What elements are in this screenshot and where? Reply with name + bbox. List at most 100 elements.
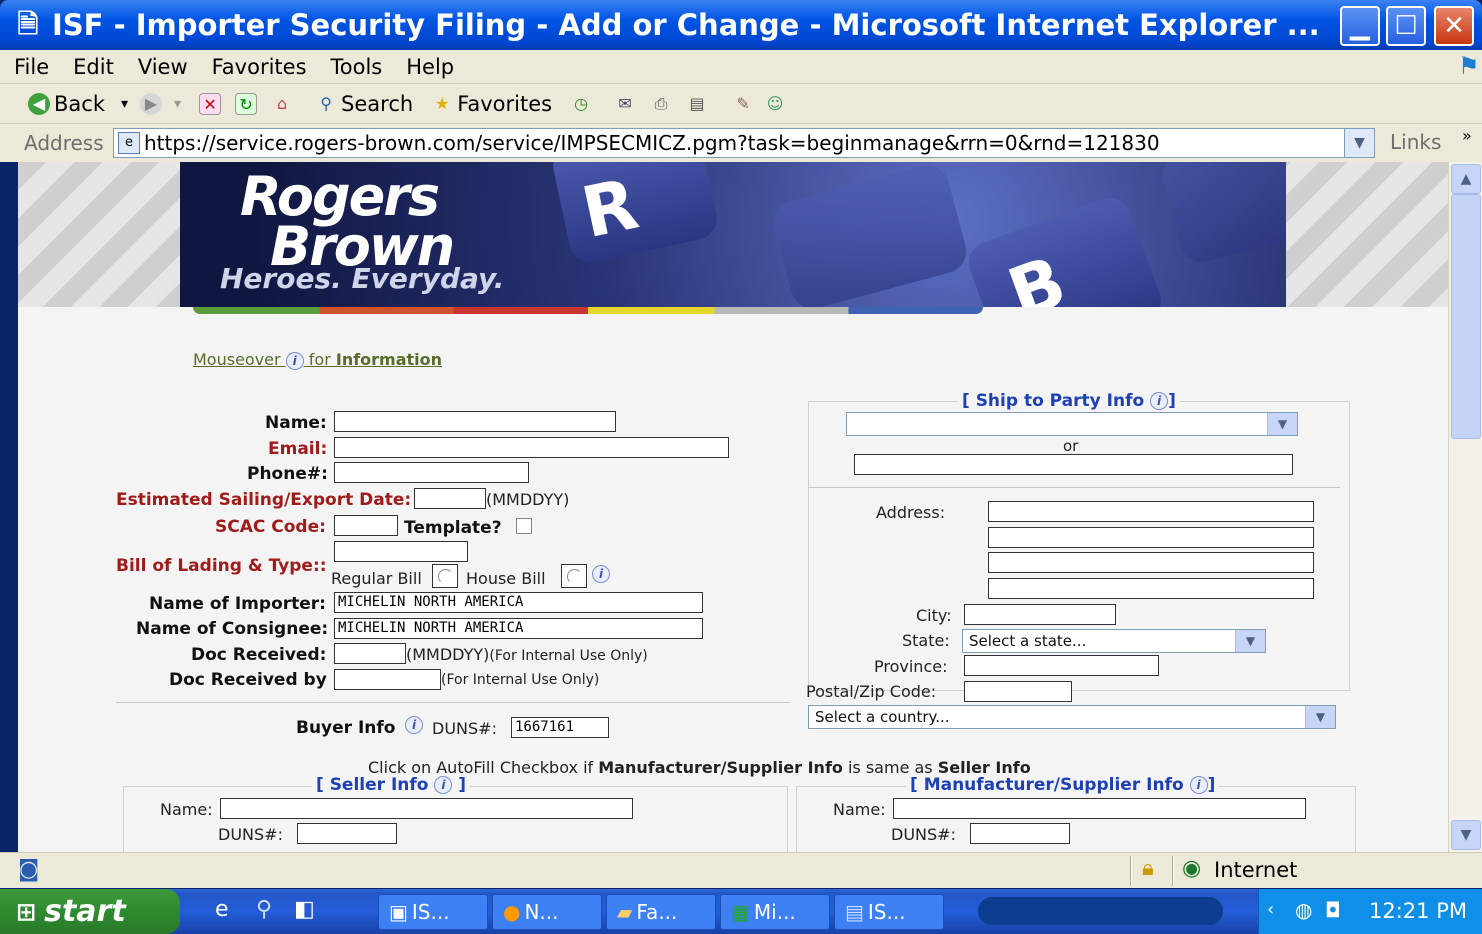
info-icon[interactable]: i [434, 776, 453, 794]
regular-bill-radio[interactable] [432, 564, 458, 588]
chevron-left-icon[interactable]: ‹ [1267, 899, 1274, 920]
phone-input[interactable] [334, 462, 529, 483]
city-input[interactable] [964, 604, 1116, 625]
close-button[interactable]: ✕ [1434, 6, 1474, 46]
doc-received-by-input[interactable] [334, 669, 441, 690]
browser-window: 🗎 ISF - Importer Security Filing - Add o… [0, 0, 1482, 934]
doc-received-input[interactable] [334, 643, 406, 664]
address-line-1-input[interactable] [988, 501, 1314, 522]
sailing-date-hint: (MMDDYY) [486, 490, 570, 509]
seller-info-title: [ Seller Info i ] [312, 775, 471, 795]
edit-icon[interactable]: ▤ [686, 93, 708, 115]
address-line-3-input[interactable] [988, 552, 1314, 573]
search-quicklaunch-icon[interactable]: ⚲ [256, 897, 272, 922]
taskbar-item-fa[interactable]: ▰ Fa... [606, 894, 716, 930]
clock[interactable]: 12:21 PM [1369, 899, 1467, 923]
logo-text: Rogers Brown [240, 165, 455, 278]
scroll-thumb[interactable] [1451, 194, 1481, 439]
address-line-2-input[interactable] [988, 527, 1314, 548]
scroll-up-icon[interactable]: ▲ [1451, 164, 1481, 194]
taskbar-item-isf-2[interactable]: ▤ IS... [834, 894, 944, 930]
chevron-down-icon: ▼ [1305, 706, 1335, 728]
manufacturer-duns-input[interactable] [970, 823, 1070, 844]
house-bill-radio[interactable] [561, 564, 587, 588]
menu-file[interactable]: File [14, 55, 49, 79]
windows-flag-icon: ⚑ [1458, 52, 1480, 80]
postal-code-label: Postal/Zip Code: [806, 682, 937, 701]
app-icon: ● [503, 900, 521, 924]
address-input[interactable]: e https://service.rogers-brown.com/servi… [113, 128, 1375, 158]
mail-icon[interactable]: ✉ [614, 93, 636, 115]
province-input[interactable] [964, 655, 1159, 676]
buyer-duns-input[interactable]: 1667161 [511, 717, 609, 738]
update-icon[interactable]: ◘ [1325, 898, 1341, 922]
city-label: City: [916, 606, 952, 625]
menu-favorites[interactable]: Favorites [212, 55, 307, 79]
menu-help[interactable]: Help [406, 55, 454, 79]
forward-button[interactable]: ▶ ▾ [140, 92, 181, 115]
taskbar-item-isf-1[interactable]: ▣ IS... [378, 894, 488, 930]
consignee-label: Name of Consignee: [136, 619, 329, 639]
scac-input[interactable] [334, 515, 398, 536]
scroll-down-icon[interactable]: ▼ [1451, 820, 1481, 850]
address-line-4-input[interactable] [988, 578, 1314, 599]
address-dropdown-icon[interactable]: ▼ [1344, 129, 1374, 157]
ship-to-party-name-input[interactable] [854, 454, 1293, 475]
email-input[interactable] [334, 437, 729, 458]
sailing-date-input[interactable] [414, 488, 486, 509]
ie-quicklaunch-icon[interactable]: e [215, 897, 229, 922]
info-icon[interactable]: i [1189, 776, 1208, 794]
name-input[interactable] [334, 411, 616, 432]
maximize-button[interactable]: ☐ [1386, 6, 1426, 46]
menu-tools[interactable]: Tools [331, 55, 383, 79]
address-field-label: Address: [876, 503, 946, 522]
seller-duns-input[interactable] [297, 823, 397, 844]
favorites-button[interactable]: ★ Favorites [431, 92, 552, 116]
template-checkbox[interactable] [516, 518, 532, 534]
word-icon: ▤ [845, 900, 864, 924]
chevron-down-icon[interactable]: ▾ [121, 96, 128, 112]
mouseover-info-link[interactable]: Mouseover i for Information [193, 350, 442, 370]
menu-view[interactable]: View [138, 55, 188, 79]
desktop-quicklaunch-icon[interactable]: ◧ [294, 897, 315, 922]
or-label: or [1063, 437, 1079, 455]
history-icon[interactable]: ◷ [570, 93, 592, 115]
network-icon[interactable]: ◍ [1295, 898, 1312, 922]
messenger-icon[interactable]: ☺ [764, 93, 786, 115]
menu-bar: File Edit View Favorites Tools Help ⚑ [0, 50, 1482, 84]
manufacturer-info-panel [796, 786, 1356, 852]
consignee-input[interactable]: MICHELIN NORTH AMERICA [334, 618, 703, 639]
info-icon[interactable]: i [405, 716, 423, 734]
ie-icon: ▣ [389, 900, 408, 924]
banner: R B Rogers Brown Heroes. Everyday. [18, 162, 1448, 307]
seller-name-input[interactable] [220, 798, 633, 819]
taskbar: ⊞ start e ⚲ ◧ ▣ IS... ● N... ▰ Fa... ▦ Mi... … [0, 889, 1482, 934]
favorites-label: Favorites [457, 91, 553, 116]
home-icon[interactable]: ⌂ [271, 93, 293, 115]
info-icon[interactable]: i [1150, 392, 1169, 410]
postal-code-input[interactable] [964, 681, 1072, 702]
refresh-icon[interactable]: ↻ [235, 92, 258, 115]
search-button[interactable]: ⚲ Search [315, 92, 413, 116]
info-icon[interactable]: i [592, 565, 610, 583]
state-select[interactable]: Select a state... ▼ [962, 629, 1266, 653]
country-select[interactable]: Select a country... ▼ [808, 705, 1336, 729]
chevron-right-icon[interactable]: » [1462, 126, 1472, 145]
start-button[interactable]: ⊞ start [0, 889, 180, 934]
menu-edit[interactable]: Edit [73, 55, 114, 79]
chevron-down-icon: ▼ [1235, 630, 1265, 652]
importer-input[interactable]: MICHELIN NORTH AMERICA [334, 592, 703, 613]
minimize-button[interactable]: ▁ [1340, 6, 1380, 46]
manufacturer-name-input[interactable] [893, 798, 1306, 819]
taskbar-item-n[interactable]: ● N... [492, 894, 602, 930]
bill-of-lading-input[interactable] [334, 541, 468, 562]
taskbar-item-mi[interactable]: ▦ Mi... [720, 894, 830, 930]
vertical-scrollbar[interactable]: ▲ ▼ [1448, 162, 1482, 852]
stop-icon[interactable]: ✕ [199, 92, 222, 115]
ship-to-party-select[interactable]: ▼ [846, 412, 1298, 436]
links-button[interactable]: Links [1390, 130, 1441, 154]
back-button[interactable]: ◀ Back ▾ [28, 92, 128, 116]
media-player-bar[interactable] [978, 897, 1223, 925]
print-icon[interactable]: ⎙ [650, 93, 672, 115]
discuss-icon[interactable]: ✎ [732, 93, 754, 115]
